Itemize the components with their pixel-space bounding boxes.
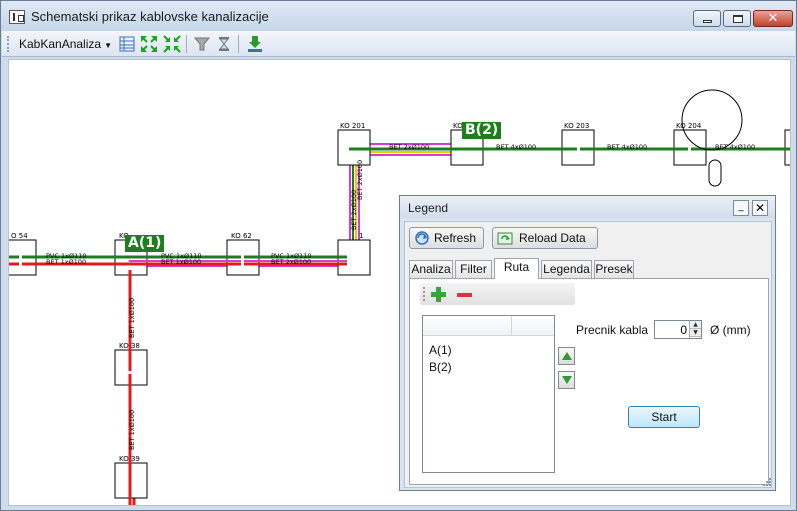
- minimize-button[interactable]: [693, 10, 721, 27]
- plus-icon: [431, 287, 446, 302]
- edge-label: BET 1xØ100: [128, 298, 136, 338]
- download-button[interactable]: [245, 34, 265, 54]
- spin-down-icon[interactable]: ▼: [690, 329, 701, 337]
- table-icon: [119, 36, 135, 52]
- ruta-panel: A(1) B(2) Precnik kabla ▲▼ Ø (mm) Start: [409, 278, 769, 485]
- cable-diameter-label: Precnik kabla: [576, 323, 649, 337]
- filter-button[interactable]: [192, 34, 212, 54]
- add-route-button[interactable]: [430, 286, 447, 303]
- remove-route-button[interactable]: [456, 286, 473, 303]
- node-label: O 54: [11, 232, 28, 240]
- legend-title: Legend: [408, 201, 449, 215]
- hourglass-icon: [218, 37, 230, 51]
- edge-label: BET 4xØ100: [715, 143, 755, 151]
- close-icon: ✕: [767, 11, 779, 26]
- node-label: KO 62: [231, 232, 252, 240]
- tab-analiza[interactable]: Analiza: [409, 260, 453, 278]
- edge-label: BET 1xØ100: [161, 258, 201, 266]
- spin-up-icon[interactable]: ▲: [690, 321, 701, 329]
- tab-presek[interactable]: Presek: [594, 260, 634, 278]
- expand-button[interactable]: [139, 34, 159, 54]
- filter-icon: [194, 37, 210, 51]
- app-icon: [9, 10, 25, 24]
- analysis-dropdown-label: KabKanAnaliza: [19, 37, 102, 51]
- edge-label: BET 4xØ100: [607, 143, 647, 151]
- legend-window: Legend _ ✕ Refresh Reload Data Analiza F…: [399, 195, 776, 491]
- refresh-button[interactable]: Refresh: [409, 227, 484, 249]
- title-bar: Schematski prikaz kablovske kanalizacije…: [1, 1, 796, 31]
- reload-data-label: Reload Data: [519, 231, 586, 245]
- diameter-unit-label: Ø (mm): [710, 323, 751, 337]
- collapse-icon: [163, 35, 181, 53]
- tab-ruta[interactable]: Ruta: [494, 258, 539, 279]
- hourglass-button[interactable]: [214, 34, 234, 54]
- table-button[interactable]: [117, 34, 137, 54]
- legend-minimize-button[interactable]: _: [733, 200, 749, 216]
- toolbar: KabKanAnaliza ▼: [2, 31, 795, 57]
- start-button[interactable]: Start: [628, 406, 700, 428]
- arrow-up-icon: [561, 352, 572, 360]
- legend-close-button[interactable]: ✕: [752, 200, 768, 216]
- reload-data-button[interactable]: Reload Data: [492, 227, 598, 249]
- node-label: KO 38: [119, 342, 140, 350]
- route-list[interactable]: A(1) B(2): [422, 315, 555, 473]
- edge-label: BET 2xØ100: [389, 143, 429, 151]
- refresh-label: Refresh: [434, 231, 477, 245]
- cable-diameter-stepper[interactable]: ▲▼: [654, 320, 702, 339]
- download-icon: [248, 36, 262, 52]
- toolbar-separator: [186, 35, 187, 53]
- refresh-icon: [415, 231, 429, 245]
- selection-circle: [681, 89, 743, 151]
- legend-body: Refresh Reload Data Analiza Filter Ruta …: [404, 221, 772, 488]
- main-window: Schematski prikaz kablovske kanalizacije…: [0, 0, 797, 511]
- tab-legenda[interactable]: Legenda: [541, 260, 592, 278]
- node-label: KO 204: [676, 122, 702, 130]
- edge-label: BET 4xØ100: [496, 143, 536, 151]
- node-label: KO 201: [340, 122, 365, 130]
- list-item[interactable]: A(1): [429, 343, 452, 357]
- route-tag-a[interactable]: A(1): [125, 235, 165, 252]
- cable-diameter-input[interactable]: [655, 321, 689, 338]
- reload-data-icon: [497, 232, 513, 245]
- edge-label: BET 1xØ100: [128, 410, 136, 450]
- node-label: 1: [359, 232, 363, 240]
- tab-filter[interactable]: Filter: [455, 260, 492, 278]
- resize-grip-icon[interactable]: [762, 477, 772, 487]
- close-button[interactable]: ✕: [753, 10, 793, 27]
- node-label: KO 203: [564, 122, 589, 130]
- edge-label: BET 1xØ100: [46, 258, 86, 266]
- edge-label: BET 2xØ100: [271, 258, 311, 266]
- maximize-button[interactable]: [723, 10, 751, 27]
- chevron-down-icon: ▼: [104, 41, 112, 50]
- legend-title-bar[interactable]: Legend _ ✕: [400, 196, 775, 218]
- list-header: [423, 316, 554, 336]
- toolbar-grip[interactable]: [423, 287, 425, 301]
- expand-icon: [141, 36, 157, 52]
- toolbar-grip[interactable]: [7, 36, 10, 52]
- collapse-button[interactable]: [162, 34, 182, 54]
- move-up-button[interactable]: [558, 347, 575, 365]
- node-label: KO 39: [119, 455, 140, 463]
- cursor-hand-icon: [708, 159, 722, 187]
- route-tag-b[interactable]: B(2): [462, 122, 502, 139]
- route-toolbar: [420, 283, 575, 305]
- toolbar-separator: [238, 35, 239, 53]
- edge-label: BET 2xØ100: [356, 160, 364, 200]
- window-title: Schematski prikaz kablovske kanalizacije: [31, 9, 269, 24]
- list-item[interactable]: B(2): [429, 360, 452, 374]
- move-down-button[interactable]: [558, 371, 575, 389]
- analysis-dropdown[interactable]: KabKanAnaliza ▼: [16, 35, 115, 53]
- minus-icon: [457, 293, 472, 297]
- maximize-icon: [733, 15, 743, 23]
- minimize-icon: [703, 20, 712, 23]
- arrow-down-icon: [561, 376, 572, 384]
